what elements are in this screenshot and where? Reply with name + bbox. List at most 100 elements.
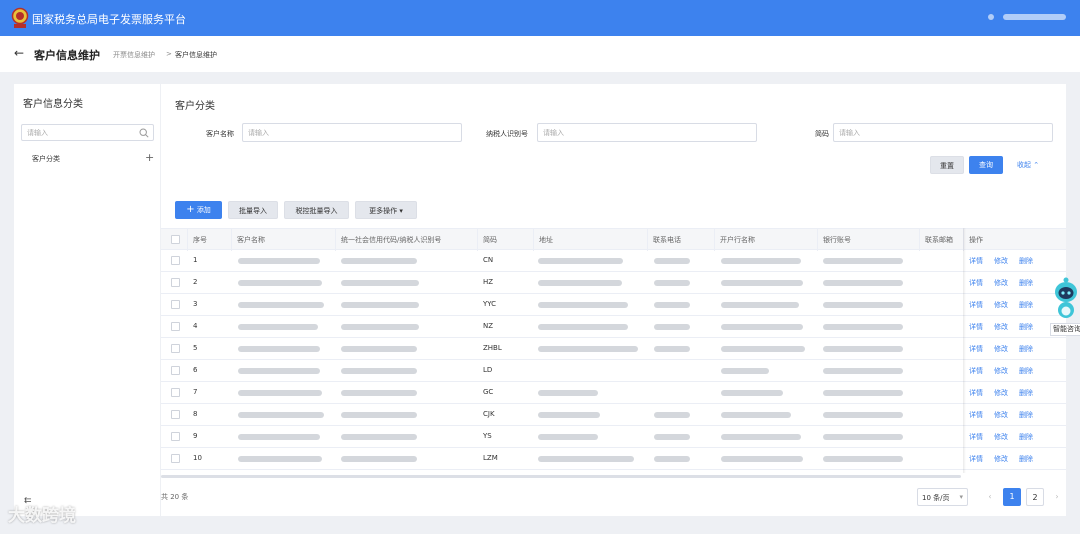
page-title: 客户信息维护 bbox=[34, 49, 100, 62]
edit-link[interactable]: 修改 bbox=[994, 388, 1008, 398]
col-header-credit-code: 统一社会信用代码/纳税人识别号 bbox=[341, 236, 442, 244]
edit-link[interactable]: 修改 bbox=[994, 256, 1008, 266]
more-actions-dropdown[interactable]: 更多操作 ▾ bbox=[355, 201, 417, 219]
detail-link[interactable]: 详情 bbox=[969, 278, 983, 288]
customer-name-blurred bbox=[238, 456, 322, 462]
row-checkbox[interactable] bbox=[171, 256, 180, 265]
detail-link[interactable]: 详情 bbox=[969, 454, 983, 464]
address-blurred bbox=[538, 324, 628, 330]
short-code-input[interactable]: 请输入 bbox=[833, 123, 1053, 142]
back-arrow-icon[interactable]: ← bbox=[14, 46, 24, 60]
page-2-button[interactable]: 2 bbox=[1026, 488, 1044, 506]
customer-name-blurred bbox=[238, 346, 320, 352]
delete-link[interactable]: 删除 bbox=[1019, 388, 1033, 398]
delete-link[interactable]: 删除 bbox=[1019, 278, 1033, 288]
delete-link[interactable]: 删除 bbox=[1019, 344, 1033, 354]
assistant-label: 智能咨询 bbox=[1050, 323, 1080, 336]
section-title: 客户分类 bbox=[175, 101, 215, 112]
phone-blurred bbox=[654, 302, 690, 308]
detail-link[interactable]: 详情 bbox=[969, 388, 983, 398]
page-size-select[interactable]: 10 条/页 ▾ bbox=[917, 488, 968, 506]
table-horizontal-scrollbar[interactable] bbox=[161, 475, 961, 478]
row-index: 1 bbox=[193, 256, 198, 264]
row-index: 10 bbox=[193, 454, 202, 462]
sidebar-search-input[interactable]: 请输入 bbox=[21, 124, 154, 141]
delete-link[interactable]: 删除 bbox=[1019, 454, 1033, 464]
add-button[interactable]: + 添加 bbox=[175, 201, 222, 219]
search-icon[interactable] bbox=[139, 128, 149, 138]
delete-link[interactable]: 删除 bbox=[1019, 256, 1033, 266]
edit-link[interactable]: 修改 bbox=[994, 344, 1008, 354]
prev-page-button[interactable]: ‹ bbox=[981, 488, 999, 506]
delete-link[interactable]: 删除 bbox=[1019, 410, 1033, 420]
breadcrumb-parent[interactable]: 开票信息维护 bbox=[113, 50, 155, 60]
bank-account-blurred bbox=[823, 324, 903, 330]
detail-link[interactable]: 详情 bbox=[969, 322, 983, 332]
detail-link[interactable]: 详情 bbox=[969, 366, 983, 376]
user-name-blurred[interactable] bbox=[1003, 14, 1066, 20]
delete-link[interactable]: 删除 bbox=[1019, 322, 1033, 332]
delete-link[interactable]: 删除 bbox=[1019, 366, 1033, 376]
detail-link[interactable]: 详情 bbox=[969, 344, 983, 354]
row-checkbox[interactable] bbox=[171, 322, 180, 331]
tax-control-batch-import-button[interactable]: 税控批量导入 bbox=[284, 201, 349, 219]
query-button[interactable]: 查询 bbox=[969, 156, 1003, 174]
credit-code-blurred bbox=[341, 368, 417, 374]
address-blurred bbox=[538, 346, 638, 352]
edit-link[interactable]: 修改 bbox=[994, 432, 1008, 442]
row-checkbox[interactable] bbox=[171, 278, 180, 287]
edit-link[interactable]: 修改 bbox=[994, 366, 1008, 376]
delete-link[interactable]: 删除 bbox=[1019, 300, 1033, 310]
row-checkbox[interactable] bbox=[171, 366, 180, 375]
credit-code-blurred bbox=[341, 456, 417, 462]
phone-blurred bbox=[654, 324, 690, 330]
page-size-value: 10 条/页 bbox=[922, 494, 950, 502]
detail-link[interactable]: 详情 bbox=[969, 300, 983, 310]
taxpayer-id-label: 纳税人识别号 bbox=[486, 130, 528, 138]
smart-assistant-widget[interactable]: 智能咨询 bbox=[1050, 276, 1080, 338]
col-header-email: 联系邮箱 bbox=[925, 236, 953, 244]
edit-link[interactable]: 修改 bbox=[994, 278, 1008, 288]
add-button-label: 添加 bbox=[196, 206, 211, 214]
taxpayer-id-input[interactable]: 请输入 bbox=[537, 123, 757, 142]
row-checkbox[interactable] bbox=[171, 300, 180, 309]
delete-link[interactable]: 删除 bbox=[1019, 432, 1033, 442]
main-panel: 客户分类 客户名称 请输入 纳税人识别号 请输入 简码 请输入 重置 查询 收起… bbox=[161, 84, 1066, 516]
bank-name-blurred bbox=[721, 434, 801, 440]
row-checkbox[interactable] bbox=[171, 344, 180, 353]
row-checkbox[interactable] bbox=[171, 388, 180, 397]
batch-import-button[interactable]: 批量导入 bbox=[228, 201, 278, 219]
reset-button[interactable]: 重置 bbox=[930, 156, 964, 174]
credit-code-blurred bbox=[341, 412, 417, 418]
edit-link[interactable]: 修改 bbox=[994, 454, 1008, 464]
next-page-button[interactable]: › bbox=[1048, 488, 1066, 506]
add-category-icon[interactable]: + bbox=[145, 151, 154, 164]
address-blurred bbox=[538, 456, 634, 462]
edit-link[interactable]: 修改 bbox=[994, 300, 1008, 310]
row-checkbox[interactable] bbox=[171, 432, 180, 441]
row-checkbox[interactable] bbox=[171, 410, 180, 419]
row-short-code: LD bbox=[483, 366, 493, 374]
phone-blurred bbox=[654, 346, 690, 352]
breadcrumb-current: 客户信息维护 bbox=[175, 51, 217, 59]
select-all-checkbox[interactable] bbox=[171, 235, 180, 244]
credit-code-blurred bbox=[341, 324, 419, 330]
detail-link[interactable]: 详情 bbox=[969, 410, 983, 420]
detail-link[interactable]: 详情 bbox=[969, 432, 983, 442]
col-header-short-code: 简码 bbox=[483, 236, 497, 244]
edit-link[interactable]: 修改 bbox=[994, 322, 1008, 332]
tree-item-customer-category[interactable]: 客户分类 bbox=[32, 154, 60, 164]
row-short-code: YS bbox=[483, 432, 492, 440]
edit-link[interactable]: 修改 bbox=[994, 410, 1008, 420]
bank-account-blurred bbox=[823, 280, 903, 286]
collapse-filters-link[interactable]: 收起 ⌃ bbox=[1017, 160, 1039, 170]
bank-name-blurred bbox=[721, 346, 805, 352]
col-header-index: 序号 bbox=[193, 236, 207, 244]
customer-name-input[interactable]: 请输入 bbox=[242, 123, 462, 142]
bank-account-blurred bbox=[823, 302, 903, 308]
bank-name-blurred bbox=[721, 412, 791, 418]
page-1-button[interactable]: 1 bbox=[1003, 488, 1021, 506]
row-index: 2 bbox=[193, 278, 198, 286]
row-checkbox[interactable] bbox=[171, 454, 180, 463]
detail-link[interactable]: 详情 bbox=[969, 256, 983, 266]
